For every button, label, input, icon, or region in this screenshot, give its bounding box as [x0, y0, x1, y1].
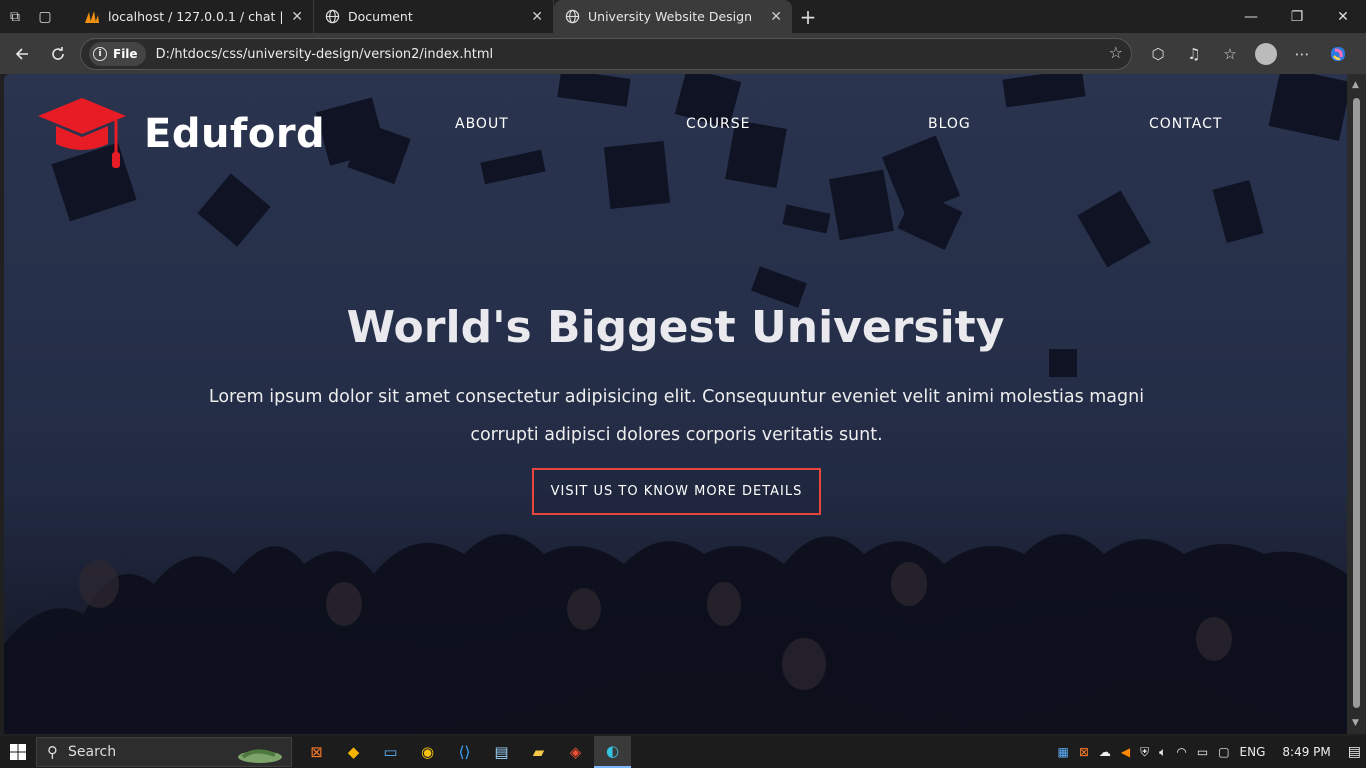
duck-app-icon[interactable]: ◆ — [335, 736, 372, 768]
vlc-icon[interactable]: ◀ — [1116, 745, 1135, 759]
hero-title: World's Biggest University — [346, 302, 1005, 353]
onedrive-icon[interactable]: ☁ — [1094, 745, 1116, 759]
close-window-button[interactable]: ✕ — [1320, 0, 1366, 33]
edge-icon[interactable]: ◐ — [594, 736, 631, 768]
site-header: Eduford ABOUT COURSE BLOG CONTACT — [4, 74, 1347, 184]
chrome-icon[interactable]: ◉ — [409, 736, 446, 768]
nav-about[interactable]: ABOUT — [455, 116, 509, 132]
clock[interactable]: 8:49 PM — [1270, 745, 1342, 759]
tab-title: localhost / 127.0.0.1 / chat | phpM — [108, 9, 284, 24]
tab-phpmyadmin[interactable]: localhost / 127.0.0.1 / chat | phpM ✕ — [74, 0, 314, 33]
display-icon[interactable]: ▢ — [1213, 745, 1234, 759]
nav-blog[interactable]: BLOG — [928, 116, 971, 132]
nav-contact[interactable]: CONTACT — [1149, 116, 1222, 132]
close-icon[interactable]: ✕ — [770, 9, 782, 25]
system-tray: ▦ ⊠ ☁ ◀ ⛨ 🔈︎ ◠ ▭ ▢ ENG 8:49 PM ▤ — [1053, 736, 1366, 768]
notifications-icon[interactable]: ▤ — [1343, 744, 1366, 760]
tab-bar: ⧉ ▢ localhost / 127.0.0.1 / chat | phpM … — [0, 0, 1366, 33]
browser-toolbar: i File D:/htdocs/css/university-design/v… — [0, 33, 1366, 74]
remote-desktop-icon[interactable]: ▭ — [372, 736, 409, 768]
brand-name: Eduford — [144, 111, 326, 157]
arrow-left-icon — [15, 47, 28, 60]
address-bar[interactable]: i File D:/htdocs/css/university-design/v… — [80, 38, 1132, 70]
windows-logo-icon — [10, 744, 26, 760]
restore-button[interactable]: ❐ — [1274, 0, 1320, 33]
git-icon[interactable]: ◈ — [557, 736, 594, 768]
new-tab-button[interactable]: + — [792, 0, 824, 33]
taskbar-apps: ⊠ ◆ ▭ ◉ ⟨⟩ ▤ ▰ ◈ ◐ — [298, 736, 631, 768]
refresh-icon — [52, 46, 64, 60]
security-icon[interactable]: ⛨ — [1135, 745, 1154, 760]
info-icon: i — [93, 47, 107, 61]
vertical-tabs-icon[interactable]: ▢ — [30, 0, 60, 33]
tab-university-website[interactable]: University Website Design ✕ — [554, 0, 792, 33]
battery-icon[interactable]: ▭ — [1192, 745, 1213, 759]
site-logo[interactable]: Eduford — [36, 94, 325, 174]
search-icon: ⚲ — [47, 743, 58, 761]
wifi-icon[interactable]: ◠ — [1171, 745, 1191, 759]
profile-avatar[interactable] — [1255, 42, 1277, 65]
file-explorer-icon[interactable]: ▰ — [520, 736, 557, 768]
globe-icon — [564, 9, 580, 25]
tray-app-icon[interactable]: ▦ — [1053, 745, 1074, 759]
hero-text: Lorem ipsum dolor sit amet consectetur a… — [208, 387, 1145, 445]
nav-course[interactable]: COURSE — [686, 116, 751, 132]
phpmyadmin-icon — [84, 9, 100, 25]
tab-title: Document — [348, 9, 413, 24]
taskbar-search[interactable]: ⚲ Search — [36, 737, 292, 767]
volume-icon[interactable]: 🔈︎ — [1154, 745, 1171, 760]
window-controls: — ❐ ✕ — [1228, 0, 1366, 33]
scroll-up-icon[interactable]: ▲ — [1352, 80, 1359, 90]
search-highlight-image — [238, 749, 282, 763]
copilot-icon[interactable] — [1320, 36, 1356, 72]
page-scrollbar[interactable]: ▲ ▼ — [1347, 74, 1366, 734]
file-chip[interactable]: i File — [89, 42, 146, 66]
close-icon[interactable]: ✕ — [531, 9, 543, 25]
favorites-icon[interactable]: ☆ — [1212, 36, 1248, 72]
notepad-icon[interactable]: ▤ — [483, 736, 520, 768]
language-indicator[interactable]: ENG — [1235, 745, 1271, 759]
scroll-thumb[interactable] — [1353, 98, 1360, 708]
extensions-icon[interactable]: ⬡ — [1140, 36, 1176, 72]
close-icon[interactable]: ✕ — [291, 9, 303, 25]
windows-start-button[interactable] — [0, 736, 36, 768]
search-placeholder: Search — [68, 744, 117, 760]
tab-title: University Website Design — [588, 9, 752, 24]
xampp-icon[interactable]: ⊠ — [298, 736, 335, 768]
scroll-down-icon[interactable]: ▼ — [1352, 718, 1359, 728]
graduation-cap-icon — [38, 98, 126, 168]
visit-details-button[interactable]: VISIT US TO KNOW MORE DETAILS — [532, 468, 821, 515]
back-button[interactable] — [4, 36, 40, 72]
minimize-button[interactable]: — — [1228, 0, 1274, 33]
more-options-icon[interactable]: ⋯ — [1284, 36, 1320, 72]
workspaces-icon[interactable]: ⧉ — [0, 0, 30, 33]
globe-icon — [324, 9, 340, 25]
favorite-star-icon[interactable]: ☆ — [1109, 43, 1123, 62]
toolbar-actions: ⬡ ♫ ☆ ⋯ — [1140, 33, 1356, 74]
tab-document[interactable]: Document ✕ — [314, 0, 554, 33]
media-control-icon[interactable]: ♫ — [1176, 36, 1212, 72]
file-chip-label: File — [113, 47, 138, 61]
page-viewport: Eduford ABOUT COURSE BLOG CONTACT World'… — [4, 74, 1347, 734]
xampp-tray-icon[interactable]: ⊠ — [1074, 745, 1094, 759]
refresh-button[interactable] — [40, 36, 76, 72]
url-text[interactable]: D:/htdocs/css/university-design/version2… — [156, 47, 494, 62]
vscode-icon[interactable]: ⟨⟩ — [446, 736, 483, 768]
windows-taskbar: ⚲ Search ⊠ ◆ ▭ ◉ ⟨⟩ ▤ ▰ ◈ ◐ ▦ ⊠ ☁ ◀ ⛨ 🔈︎… — [0, 736, 1366, 768]
